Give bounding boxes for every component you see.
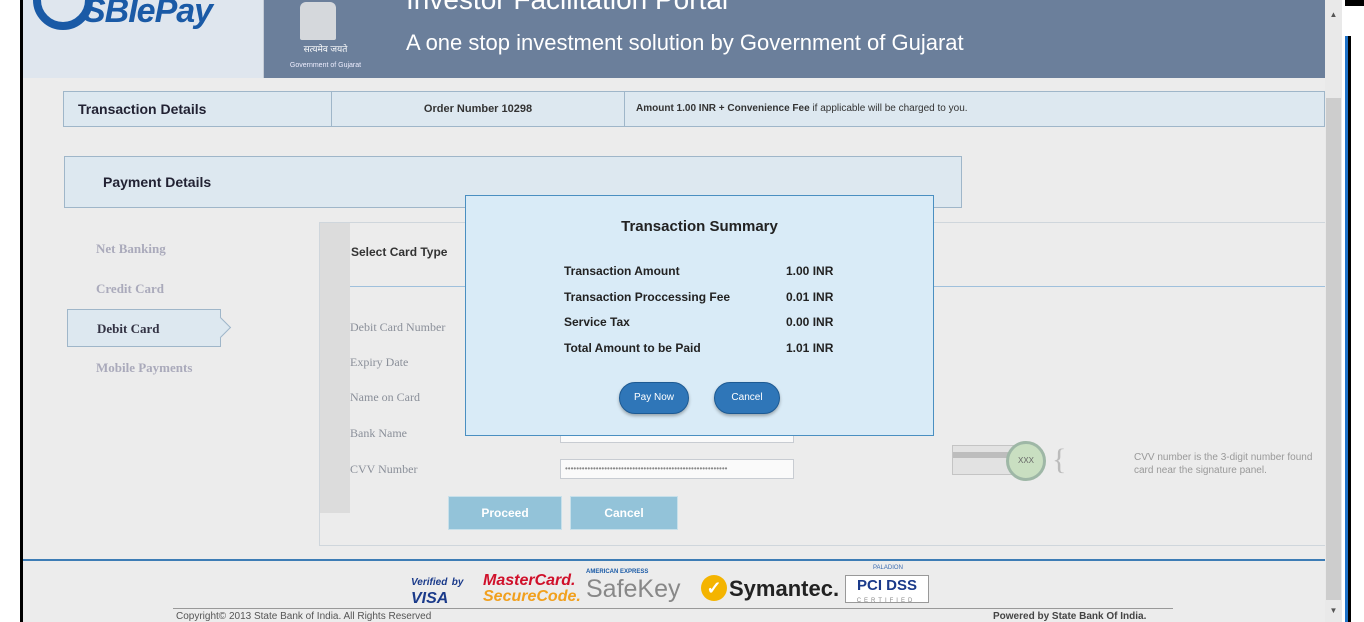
- summary-label: Total Amount to be Paid: [564, 341, 701, 355]
- summary-value: 0.00 INR: [786, 315, 834, 329]
- footer-divider: [173, 608, 1173, 609]
- scroll-down-icon[interactable]: ▼: [1325, 604, 1342, 618]
- scroll-up-icon[interactable]: ▲: [1325, 8, 1342, 22]
- transaction-details-bar: Transaction Details Order Number 10298 A…: [63, 91, 1325, 127]
- amount-note-rest: if applicable will be charged to you.: [809, 103, 968, 114]
- cvv-magnifier-icon: XXX: [1006, 441, 1046, 481]
- order-number: Order Number 10298: [332, 92, 625, 126]
- mastercard-securecode-logo: MasterCard. SecureCode.: [483, 573, 581, 605]
- summary-label: Transaction Proccessing Fee: [564, 290, 731, 304]
- securecode-text: SecureCode.: [483, 588, 581, 605]
- emblem-caption: Government of Gujarat: [289, 62, 362, 69]
- cvv-help-text: CVV number is the 3-digit number found c…: [1134, 452, 1313, 476]
- cvv-field[interactable]: ••••••••••••••••••••••••••••••••••••••••…: [560, 459, 794, 479]
- summary-row: Total Amount to be Paid 1.01 INR: [564, 341, 844, 361]
- debit-card-number-label: Debit Card Number: [350, 320, 446, 334]
- summary-row: Transaction Amount 1.00 INR: [564, 264, 844, 284]
- ashoka-emblem-icon: [300, 2, 336, 40]
- summary-label: Transaction Amount: [564, 264, 680, 278]
- method-credit-card[interactable]: Credit Card: [67, 270, 221, 308]
- symantec-check-icon: ✓: [701, 575, 727, 601]
- modal-title: Transaction Summary: [621, 218, 778, 235]
- verified-text: Verified: [411, 577, 448, 588]
- mastercard-text: MasterCard.: [483, 572, 576, 589]
- visa-text: VISA: [411, 590, 449, 607]
- modal-cancel-button[interactable]: Cancel: [714, 382, 780, 414]
- symantec-logo: Symantec.: [729, 576, 840, 601]
- method-net-banking[interactable]: Net Banking: [67, 230, 221, 268]
- select-card-type-label: Select Card Type: [351, 245, 448, 259]
- method-debit-card-label: Debit Card: [97, 321, 160, 336]
- method-debit-card[interactable]: Debit Card: [67, 309, 232, 347]
- portal-title: Investor Facilitation Portal: [406, 0, 728, 16]
- pay-now-button[interactable]: Pay Now: [619, 382, 689, 414]
- powered-by-text: Powered by State Bank Of India.: [993, 611, 1147, 622]
- government-emblem: सत्यमेव जयते Government of Gujarat: [263, 0, 388, 78]
- summary-row: Service Tax 0.00 INR: [564, 315, 844, 335]
- proceed-button[interactable]: Proceed: [448, 496, 562, 530]
- form-strip: [320, 223, 350, 513]
- summary-value: 1.01 INR: [786, 341, 834, 355]
- window-edge-black: [1348, 36, 1351, 622]
- name-on-card-label: Name on Card: [350, 390, 420, 404]
- copyright-text: Copyright© 2013 State Bank of India. All…: [176, 611, 432, 622]
- header: SBIePay सत्यमेव जयते Government of Gujar…: [23, 0, 1325, 78]
- portal-subtitle: A one stop investment solution by Govern…: [406, 30, 964, 55]
- sbiepay-logo: SBIePay: [23, 0, 264, 78]
- transaction-summary-modal: Transaction Summary Transaction Amount 1…: [465, 195, 934, 436]
- summary-value: 1.00 INR: [786, 264, 834, 278]
- page: SBIePay सत्यमेव जयते Government of Gujar…: [23, 0, 1325, 622]
- summary-row: Transaction Proccessing Fee 0.01 INR: [564, 290, 844, 310]
- transaction-details-title: Transaction Details: [64, 92, 332, 126]
- verified-by-visa-logo: Verified by VISA: [411, 573, 471, 607]
- expiry-date-label: Expiry Date: [350, 355, 409, 369]
- form-cancel-button[interactable]: Cancel: [570, 496, 678, 530]
- active-arrow-icon: [209, 316, 232, 339]
- bank-name-label: Bank Name: [350, 426, 407, 440]
- amount-note-bold: Amount 1.00 INR + Convenience Fee: [636, 103, 810, 114]
- cvv-number-label: CVV Number: [350, 462, 418, 476]
- amount-note: Amount 1.00 INR + Convenience Fee if app…: [624, 92, 1324, 126]
- scrollbar-thumb[interactable]: [1326, 98, 1341, 600]
- certified-text: CERTIFIED: [856, 598, 916, 604]
- brace-icon: {: [1052, 443, 1067, 476]
- paladion-text: PALADION: [873, 565, 903, 571]
- window-frame-top-right: [1345, 0, 1364, 6]
- safekey-logo: SafeKey: [586, 575, 681, 603]
- footer: Verified by VISA MasterCard. SecureCode. A…: [23, 559, 1325, 622]
- payment-details-title: Payment Details: [103, 174, 212, 190]
- emblem-motto: सत्यमेव जयते: [303, 44, 348, 54]
- method-mobile-payments[interactable]: Mobile Payments: [67, 349, 221, 387]
- logo-text: SBIePay: [83, 0, 213, 30]
- verified-by-text: by: [451, 577, 464, 588]
- vertical-scrollbar[interactable]: ▲ ▼: [1325, 0, 1342, 622]
- summary-value: 0.01 INR: [786, 290, 834, 304]
- summary-label: Service Tax: [564, 315, 630, 329]
